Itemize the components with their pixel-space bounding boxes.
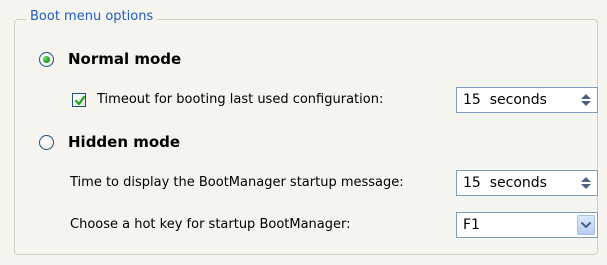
hotkey-select[interactable]: F1: [456, 212, 598, 238]
timeout-checkbox-label: Timeout for booting last used configurat…: [97, 92, 384, 107]
timeout-seconds-value[interactable]: 15 seconds: [457, 92, 577, 108]
hotkey-label: Choose a hot key for startup BootManager…: [70, 217, 351, 232]
spin-down-arrow[interactable]: [581, 101, 591, 106]
normal-mode-label: Normal mode: [68, 50, 182, 68]
hotkey-value[interactable]: F1: [457, 217, 577, 233]
timeout-seconds-spinner[interactable]: 15 seconds: [456, 87, 598, 113]
group-title: Boot menu options: [26, 8, 158, 26]
timeout-checkbox-row[interactable]: Timeout for booting last used configurat…: [72, 91, 383, 109]
chevron-down-icon: [581, 222, 591, 228]
display-time-value[interactable]: 15 seconds: [457, 175, 577, 191]
timeout-checkbox[interactable]: [72, 93, 86, 107]
spin-down-arrow[interactable]: [581, 184, 591, 189]
hidden-mode-radio[interactable]: Hidden mode: [39, 133, 180, 151]
radio-unselected-icon[interactable]: [39, 134, 54, 150]
checkmark-icon: [74, 95, 86, 106]
hidden-mode-label: Hidden mode: [68, 133, 181, 151]
spin-arrows-icon[interactable]: [577, 172, 595, 194]
spin-arrows-icon[interactable]: [577, 89, 595, 111]
display-time-spinner[interactable]: 15 seconds: [456, 170, 598, 196]
normal-mode-radio[interactable]: Normal mode: [39, 50, 181, 68]
spin-up-arrow[interactable]: [581, 94, 591, 99]
dropdown-button[interactable]: [577, 215, 595, 235]
radio-selected-icon[interactable]: [39, 51, 54, 67]
spin-up-arrow[interactable]: [581, 177, 591, 182]
display-time-label: Time to display the BootManager startup …: [70, 175, 404, 190]
